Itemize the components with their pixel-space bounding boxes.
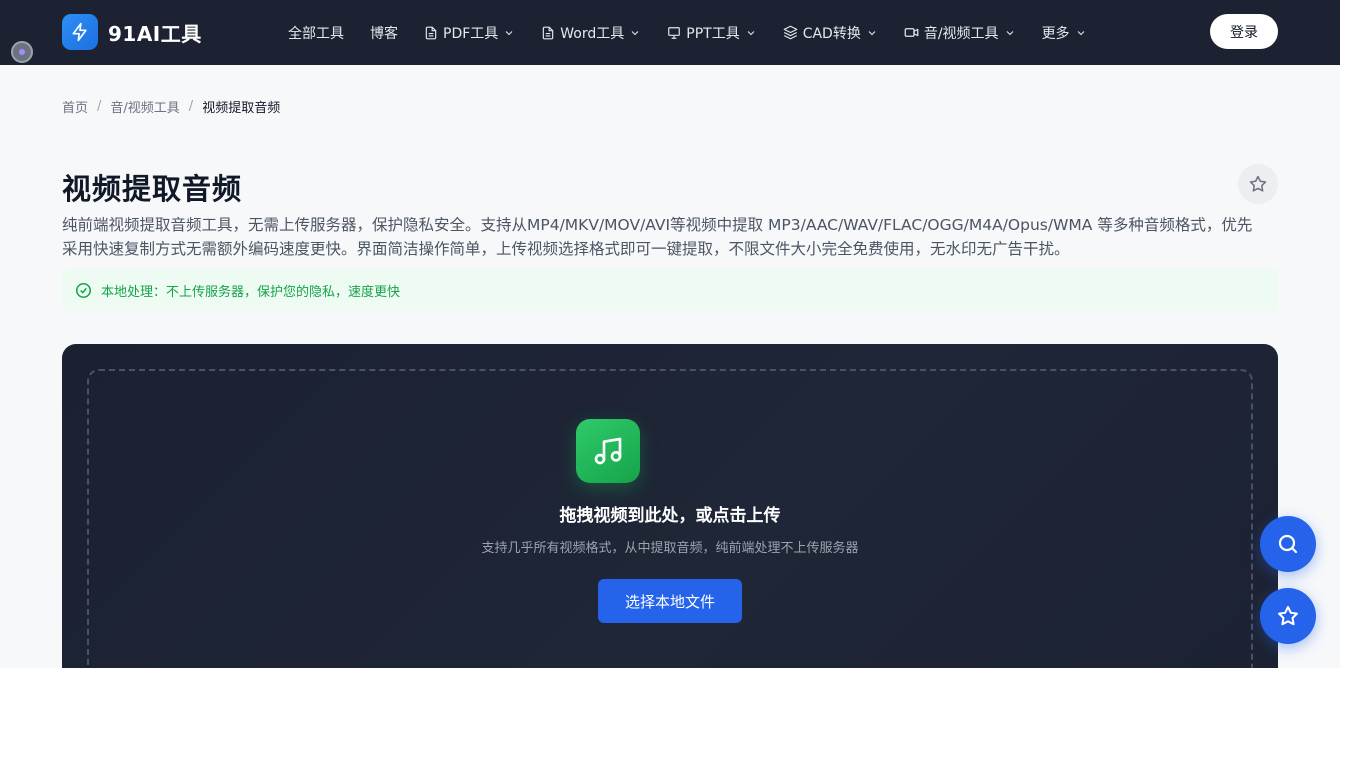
page-title: 视频提取音频	[62, 172, 243, 206]
privacy-notice-text: 本地处理：不上传服务器，保护您的隐私，速度更快	[101, 284, 401, 300]
layers-icon	[783, 25, 798, 40]
chevron-down-icon	[1006, 30, 1013, 35]
chevron-down-icon	[868, 30, 876, 35]
breadcrumb-home[interactable]: 首页	[62, 97, 88, 116]
breadcrumb-current: 视频提取音频	[202, 101, 281, 116]
favorite-button[interactable]	[1238, 164, 1278, 204]
chevron-down-icon	[1077, 30, 1084, 35]
presentation-icon	[668, 26, 681, 39]
nav-av-tools[interactable]: 音/视频工具	[904, 23, 1016, 43]
nav-cad-convert[interactable]: CAD转换	[783, 23, 878, 43]
upload-subtitle: 支持几乎所有视频格式，从中提取音频，纯前端处理不上传服务器	[481, 541, 859, 556]
breadcrumb-separator: /	[188, 99, 194, 114]
breadcrumb: 首页 / 音/视频工具 / 视频提取音频	[62, 97, 280, 116]
video-icon	[904, 28, 919, 37]
nav-word-tools[interactable]: Word工具	[541, 23, 641, 43]
page-viewport: 91AI工具 全部工具 博客 PDF工具 Word工具 PPT工具 CAD转换 …	[0, 0, 1340, 668]
breadcrumb-separator: /	[97, 99, 102, 114]
breadcrumb-category[interactable]: 音/视频工具	[110, 97, 179, 116]
select-local-file-button[interactable]: 选择本地文件	[598, 579, 742, 623]
lightning-icon	[62, 14, 98, 50]
document-icon	[425, 26, 437, 39]
logo-text: 91AI工具	[108, 21, 202, 46]
page-description: 纯前端视频提取音频工具，无需上传服务器，保护隐私安全。支持从MP4/MKV/MO…	[62, 216, 1253, 258]
logo-link[interactable]: 91AI工具	[62, 14, 202, 50]
star-icon	[1249, 175, 1267, 192]
nav-all-tools[interactable]: 全部工具	[288, 23, 344, 43]
nav-label: CAD转换	[802, 25, 861, 42]
nav-pdf-tools[interactable]: PDF工具	[424, 23, 515, 43]
nav-label: PPT工具	[686, 25, 740, 42]
extension-badge-icon[interactable]	[11, 41, 33, 63]
nav-label: 博客	[370, 25, 398, 42]
privacy-notice: 本地处理：不上传服务器，保护您的隐私，速度更快	[62, 269, 1278, 311]
nav-label: PDF工具	[443, 25, 499, 42]
upload-title: 拖拽视频到此处，或点击上传	[559, 506, 781, 526]
nav-ppt-tools[interactable]: PPT工具	[667, 23, 756, 43]
document-icon	[543, 26, 554, 39]
main-nav: 全部工具 博客 PDF工具 Word工具 PPT工具 CAD转换 音/视频工具 …	[288, 0, 1113, 65]
login-button[interactable]: 登录	[1210, 14, 1278, 49]
chevron-down-icon	[747, 30, 755, 35]
star-icon	[1278, 606, 1298, 626]
check-circle-icon	[75, 282, 92, 298]
nav-more[interactable]: 更多	[1042, 23, 1087, 43]
search-icon	[1278, 534, 1298, 554]
nav-label: 更多	[1041, 25, 1070, 42]
floating-search-button[interactable]	[1260, 516, 1316, 572]
music-note-icon	[576, 419, 640, 483]
nav-label: Word工具	[560, 25, 625, 42]
nav-label: 全部工具	[288, 25, 344, 42]
nav-label: 音/视频工具	[923, 25, 999, 42]
chevron-down-icon	[505, 30, 513, 35]
nav-blog[interactable]: 博客	[370, 23, 398, 43]
top-navbar: 91AI工具 全部工具 博客 PDF工具 Word工具 PPT工具 CAD转换 …	[0, 0, 1340, 65]
floating-favorite-button[interactable]	[1260, 588, 1316, 644]
chevron-down-icon	[631, 30, 639, 35]
